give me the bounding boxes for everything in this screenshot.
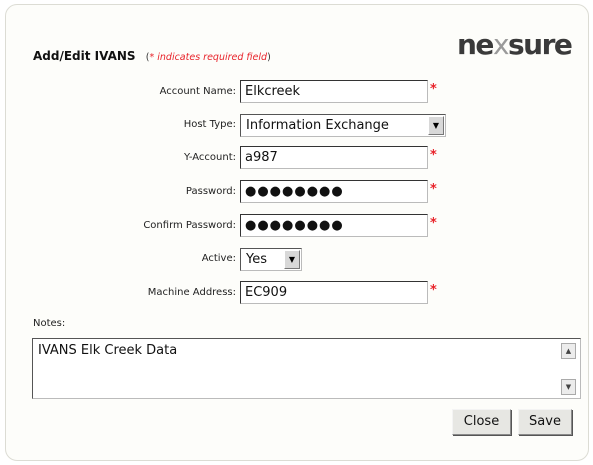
- account-name-required: *: [430, 82, 437, 97]
- note-close-paren: ): [267, 52, 271, 63]
- y-account-input[interactable]: a987: [240, 146, 428, 169]
- chevron-down-icon[interactable]: ▼: [284, 250, 300, 269]
- title-text: Add/Edit IVANS: [33, 49, 136, 63]
- account-name-label: Account Name:: [159, 86, 236, 97]
- notes-textarea[interactable]: IVANS Elk Creek Data ▲ ▼: [32, 338, 581, 399]
- active-select[interactable]: Yes ▼: [240, 248, 302, 271]
- active-label: Active:: [201, 253, 236, 264]
- logo-part-x: x: [492, 28, 510, 61]
- notes-text: IVANS Elk Creek Data: [38, 343, 178, 358]
- y-account-required: *: [430, 148, 437, 163]
- required-field-note: (* indicates required field): [146, 52, 271, 63]
- scroll-up-icon[interactable]: ▲: [561, 343, 576, 359]
- confirm-password-required: *: [430, 216, 437, 231]
- confirm-password-label: Confirm Password:: [143, 220, 236, 231]
- y-account-label: Y-Account:: [183, 152, 236, 163]
- machine-address-required: *: [430, 283, 437, 298]
- chevron-down-icon[interactable]: ▼: [428, 116, 444, 135]
- save-button[interactable]: Save: [518, 409, 572, 435]
- password-required: *: [430, 182, 437, 197]
- host-type-label: Host Type:: [183, 119, 236, 130]
- password-label: Password:: [185, 186, 236, 197]
- account-name-input[interactable]: Elkcreek: [240, 80, 428, 103]
- active-value: Yes: [246, 252, 267, 267]
- machine-address-label: Machine Address:: [147, 287, 236, 298]
- password-input[interactable]: ●●●●●●●●: [240, 180, 428, 203]
- logo-part-ne: ne: [457, 28, 494, 61]
- notes-label: Notes:: [33, 318, 66, 329]
- confirm-password-input[interactable]: ●●●●●●●●: [240, 214, 428, 237]
- note-text: indicates required field: [154, 52, 268, 63]
- page-title: Add/Edit IVANS (* indicates required fie…: [33, 49, 271, 63]
- host-type-value: Information Exchange: [246, 118, 389, 133]
- close-button[interactable]: Close: [452, 409, 511, 435]
- logo-part-sure: sure: [508, 28, 573, 61]
- nexsure-logo: nexsure: [457, 28, 573, 61]
- scroll-down-icon[interactable]: ▼: [561, 379, 576, 395]
- machine-address-input[interactable]: EC909: [240, 281, 428, 304]
- host-type-select[interactable]: Information Exchange ▼: [240, 114, 446, 137]
